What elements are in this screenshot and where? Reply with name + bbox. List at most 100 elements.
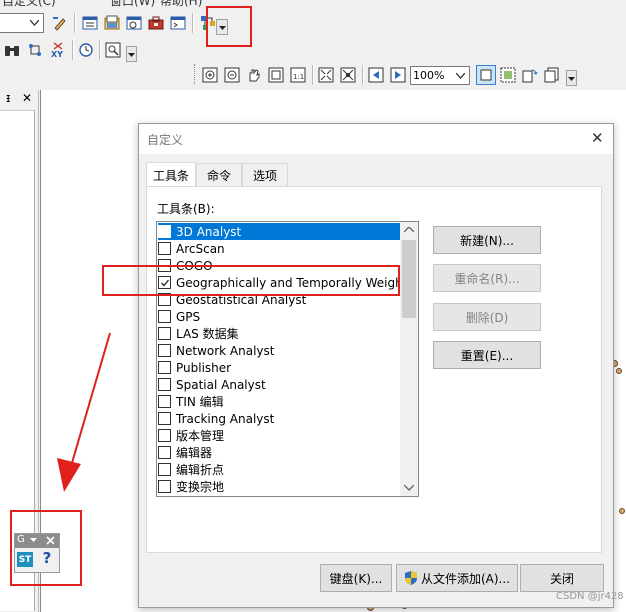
data-driven-pages-button[interactable] <box>542 65 562 85</box>
tab-options[interactable]: 选项 <box>242 163 288 186</box>
layout-toolbar-grip[interactable] <box>194 64 198 84</box>
list-item-label: Network Analyst <box>176 343 275 358</box>
checkbox[interactable] <box>158 361 171 374</box>
list-item[interactable]: Publisher <box>158 359 400 376</box>
scroll-down-icon[interactable] <box>404 485 414 491</box>
menu-item-window[interactable]: 窗口(W) <box>110 0 155 9</box>
python-window-button[interactable] <box>168 13 188 33</box>
list-item[interactable]: ArcScan <box>158 240 400 257</box>
list-item-label: 编辑器 <box>176 446 213 460</box>
go-forward-extent-button[interactable] <box>388 65 408 85</box>
xy-icon: XY <box>51 42 63 58</box>
zoom-percent-dropdown[interactable]: 100% <box>410 66 470 85</box>
toggle-draft-mode-button[interactable] <box>476 65 496 85</box>
layout-zoom-in-button[interactable] <box>200 65 220 85</box>
list-item[interactable]: 编辑器 <box>158 444 400 461</box>
toolbar-options-button-3[interactable] <box>566 70 577 86</box>
delete-toolbar-button[interactable]: 删除(D) <box>433 303 541 331</box>
go-to-xy-button[interactable]: XY <box>48 40 68 60</box>
fixed-zoom-out-button[interactable] <box>338 65 358 85</box>
find-route-button[interactable] <box>25 40 45 60</box>
catalog-icon <box>104 15 120 30</box>
hand-icon <box>249 69 260 82</box>
menu-item-help[interactable]: 帮助(H) <box>160 0 202 9</box>
focus-data-frame-button[interactable] <box>498 65 518 85</box>
list-item-label: ArcScan <box>176 241 225 256</box>
zoom-100-icon: 1:1 <box>290 67 306 83</box>
list-item[interactable]: GPS <box>158 308 400 325</box>
checkbox[interactable] <box>158 378 171 391</box>
list-item[interactable]: Spatial Analyst <box>158 376 400 393</box>
list-scrollbar[interactable] <box>400 222 418 496</box>
checkbox[interactable] <box>158 480 171 493</box>
close-dialog-button[interactable]: 关闭 <box>520 564 604 592</box>
new-toolbar-button[interactable]: 新建(N)... <box>433 226 541 254</box>
close-icon[interactable]: ✕ <box>22 91 32 105</box>
separator <box>99 40 101 60</box>
list-item[interactable]: 变换宗地 <box>158 478 400 495</box>
edit-tool-button[interactable] <box>50 13 70 33</box>
toolbar-options-button-2[interactable] <box>126 46 137 62</box>
fixed-zoom-out-icon <box>340 67 356 83</box>
keyboard-button[interactable]: 键盘(K)... <box>320 564 392 592</box>
layer-dropdown[interactable] <box>0 13 44 33</box>
annotation-highlight-toolbar <box>206 6 252 47</box>
rename-toolbar-button[interactable]: 重命名(R)... <box>433 264 541 292</box>
list-item[interactable]: TIN 编辑 <box>158 393 400 410</box>
list-item-label: 编辑折点 <box>176 463 225 477</box>
reset-toolbar-button[interactable]: 重置(E)... <box>433 341 541 369</box>
shield-icon <box>404 571 417 585</box>
search-window-button[interactable] <box>124 13 144 33</box>
checkbox[interactable] <box>158 242 171 255</box>
checkbox[interactable] <box>158 225 171 238</box>
command-window-icon <box>170 16 186 30</box>
layout-pan-button[interactable] <box>244 65 264 85</box>
annotation-arrow <box>57 332 111 492</box>
list-item[interactable]: 3D Analyst <box>158 223 400 240</box>
binoculars-icon <box>5 46 19 56</box>
create-viewer-window-button[interactable] <box>103 40 123 60</box>
list-item[interactable]: Network Analyst <box>158 342 400 359</box>
close-icon[interactable]: ✕ <box>591 129 604 147</box>
go-back-extent-button[interactable] <box>366 65 386 85</box>
toolbar-area: 自定义(C) 窗口(W) 帮助(H) XY 1:1 100% <box>0 0 626 90</box>
list-item[interactable]: 版本管理 <box>158 427 400 444</box>
svg-text:XY: XY <box>51 50 63 58</box>
pin-icon[interactable]: ᵻ <box>6 91 10 105</box>
list-item[interactable]: Tracking Analyst <box>158 410 400 427</box>
checkbox[interactable] <box>158 344 171 357</box>
list-item-label: GPS <box>176 309 201 324</box>
layout-zoom-out-button[interactable] <box>222 65 242 85</box>
tab-toolbars[interactable]: 工具条 <box>146 162 196 187</box>
checkbox[interactable] <box>158 395 171 408</box>
change-layout-button[interactable] <box>520 65 540 85</box>
dialog-titlebar[interactable]: 自定义 ✕ <box>139 124 613 154</box>
checkbox[interactable] <box>158 463 171 476</box>
checkbox[interactable] <box>158 310 171 323</box>
list-item-label: 版本管理 <box>176 429 225 443</box>
arctoolbox-button[interactable] <box>146 13 166 33</box>
list-item[interactable]: 编辑折点 <box>158 461 400 478</box>
watermark: CSDN @jr428 <box>556 591 624 602</box>
find-button[interactable] <box>2 40 22 60</box>
draft-mode-icon <box>480 69 492 81</box>
checkbox[interactable] <box>158 446 171 459</box>
list-item-label: 3D Analyst <box>176 224 242 239</box>
menu-item-customize[interactable]: 自定义(C) <box>2 0 56 9</box>
tab-commands[interactable]: 命令 <box>196 163 242 186</box>
list-item[interactable]: LAS 数据集 <box>158 325 400 342</box>
time-slider-button[interactable] <box>76 40 96 60</box>
zoom-whole-page-button[interactable] <box>266 65 286 85</box>
scroll-up-icon[interactable] <box>404 227 414 233</box>
svg-text:1:1: 1:1 <box>293 73 304 81</box>
catalog-button[interactable] <box>102 13 122 33</box>
fixed-zoom-in-button[interactable] <box>316 65 336 85</box>
checkbox[interactable] <box>158 327 171 340</box>
add-from-file-button[interactable]: 从文件添加(A)... <box>396 564 518 592</box>
table-of-contents-button[interactable] <box>80 13 100 33</box>
checkbox[interactable] <box>158 412 171 425</box>
scroll-thumb[interactable] <box>402 240 416 318</box>
checkbox[interactable] <box>158 429 171 442</box>
separator <box>192 13 194 33</box>
zoom-100-button[interactable]: 1:1 <box>288 65 308 85</box>
